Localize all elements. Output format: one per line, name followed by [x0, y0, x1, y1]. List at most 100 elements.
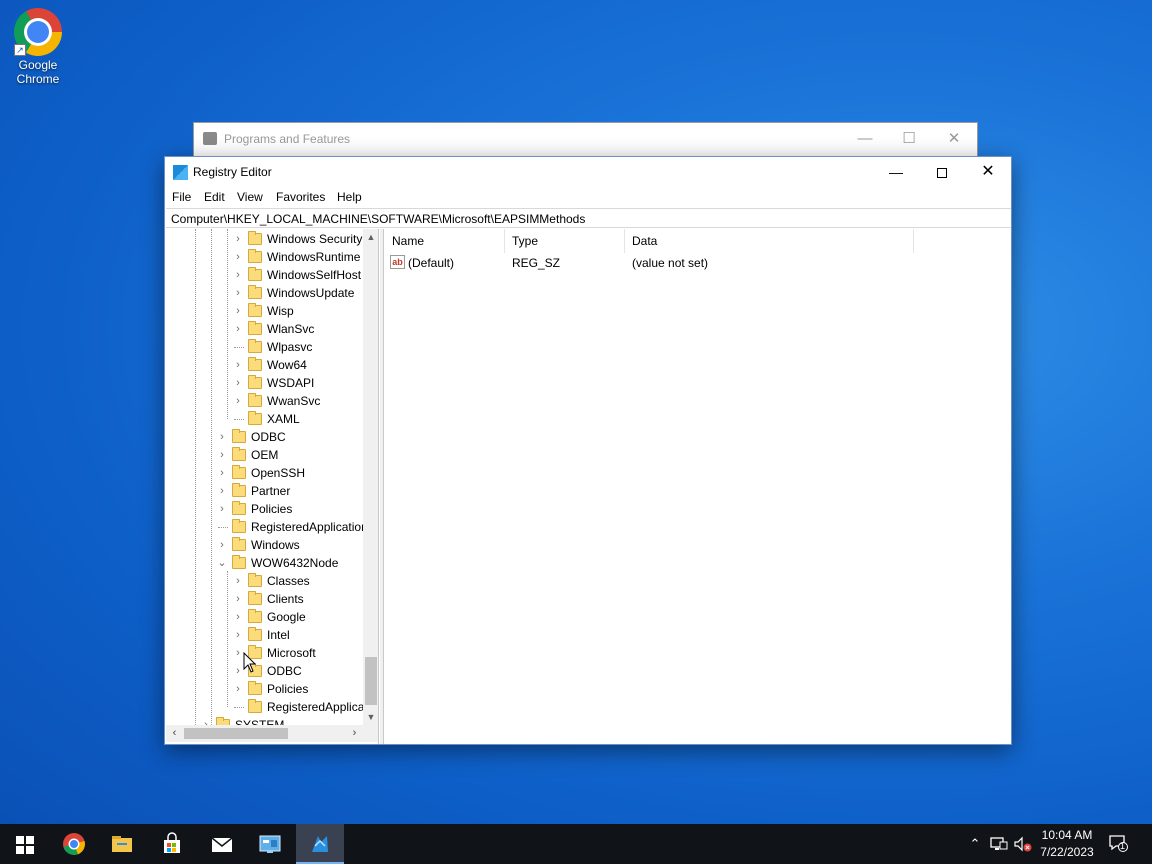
scroll-down-arrow-icon[interactable]: ▼ — [363, 709, 378, 725]
expand-chevron-icon[interactable]: › — [233, 320, 243, 338]
tree-node[interactable]: › Clients — [166, 590, 363, 608]
expand-chevron-icon[interactable]: › — [233, 302, 243, 320]
tree-node[interactable]: RegisteredApplications — [166, 698, 363, 716]
menu-favorites[interactable]: Favorites — [276, 190, 325, 204]
tree-node[interactable]: › Classes — [166, 572, 363, 590]
tree-node[interactable]: › WlanSvc — [166, 320, 363, 338]
expand-chevron-icon[interactable]: › — [233, 644, 243, 662]
title-bar[interactable]: Registry Editor — ✕ — [165, 157, 1011, 187]
tree-node[interactable]: Wlpasvc — [166, 338, 363, 356]
tree-node[interactable]: › WindowsSelfHost — [166, 266, 363, 284]
action-center-button[interactable]: 1 — [1108, 834, 1128, 852]
expand-chevron-icon[interactable]: › — [217, 464, 227, 482]
value-name: (Default) — [408, 256, 455, 270]
tree-node-label: RegisteredApplications — [251, 520, 363, 534]
expand-chevron-icon[interactable]: › — [217, 536, 227, 554]
expand-chevron-icon[interactable]: › — [233, 662, 243, 680]
network-icon[interactable] — [990, 836, 1008, 852]
expand-chevron-icon[interactable]: › — [233, 248, 243, 266]
tree-vertical-scrollbar[interactable]: ▲ ▼ — [363, 229, 378, 725]
maximize-button[interactable] — [919, 157, 965, 187]
tree-node-label: ODBC — [267, 664, 302, 678]
tree-node[interactable]: › Policies — [166, 680, 363, 698]
tree-node[interactable]: › Microsoft — [166, 644, 363, 662]
taskbar-file-explorer[interactable] — [98, 824, 146, 864]
scroll-up-arrow-icon[interactable]: ▲ — [363, 229, 378, 245]
tree-node[interactable]: › Windows — [166, 536, 363, 554]
expand-chevron-icon[interactable]: › — [233, 266, 243, 284]
address-bar[interactable]: Computer\HKEY_LOCAL_MACHINE\SOFTWARE\Mic… — [166, 208, 1011, 228]
menu-file[interactable]: File — [172, 190, 191, 204]
taskbar-control-panel[interactable] — [246, 824, 294, 864]
expand-chevron-icon[interactable]: › — [233, 284, 243, 302]
tree-node[interactable]: XAML — [166, 410, 363, 428]
expand-chevron-icon[interactable]: › — [233, 626, 243, 644]
expand-chevron-icon[interactable]: › — [233, 608, 243, 626]
expand-chevron-icon[interactable]: › — [233, 230, 243, 248]
menu-edit[interactable]: Edit — [204, 190, 225, 204]
taskbar-registry-editor[interactable] — [296, 824, 344, 864]
expand-chevron-icon[interactable]: › — [217, 446, 227, 464]
key-tree-pane[interactable]: › Windows Security › WindowsRuntime › Windows… — [166, 229, 379, 744]
tree-node[interactable]: › Partner — [166, 482, 363, 500]
expand-chevron-icon[interactable]: › — [233, 356, 243, 374]
expand-chevron-icon[interactable]: › — [233, 572, 243, 590]
scroll-right-arrow-icon[interactable]: › — [346, 725, 363, 742]
close-button[interactable]: ✕ — [939, 128, 969, 150]
expand-chevron-icon[interactable]: › — [233, 680, 243, 698]
clock[interactable]: 10:04 AM 7/22/2023 — [1032, 827, 1102, 861]
tree-node[interactable]: › Policies — [166, 500, 363, 518]
expand-chevron-icon[interactable]: › — [233, 374, 243, 392]
maximize-button[interactable]: ☐ — [894, 128, 924, 150]
menu-help[interactable]: Help — [337, 190, 362, 204]
collapse-chevron-icon[interactable]: ⌄ — [217, 554, 227, 572]
column-header-name[interactable]: Name — [385, 229, 505, 253]
column-header-data[interactable]: Data — [625, 229, 914, 253]
chevron-up-icon[interactable]: ⌃ — [966, 824, 984, 864]
tree-node[interactable]: › WindowsRuntime — [166, 248, 363, 266]
taskbar-mail[interactable] — [198, 824, 246, 864]
taskbar-chrome[interactable] — [50, 824, 98, 864]
expand-chevron-icon[interactable]: › — [201, 716, 211, 725]
scrollbar-thumb[interactable] — [365, 657, 377, 705]
tree-node-label: RegisteredApplications — [267, 700, 363, 714]
expand-chevron-icon[interactable]: › — [233, 590, 243, 608]
tree-node[interactable]: › Wisp — [166, 302, 363, 320]
file-explorer-icon — [112, 836, 132, 852]
registry-editor-window[interactable]: Registry Editor — ✕ File Edit View Favor… — [164, 156, 1012, 745]
menu-view[interactable]: View — [237, 190, 263, 204]
expand-chevron-icon[interactable]: › — [217, 500, 227, 518]
tree-node[interactable]: › Google — [166, 608, 363, 626]
tree-node[interactable]: ⌄ WOW6432Node — [166, 554, 363, 572]
folder-icon — [248, 267, 262, 281]
scrollbar-thumb[interactable] — [184, 728, 288, 739]
tree-node[interactable]: › ODBC — [166, 662, 363, 680]
tree-node[interactable]: › WwanSvc — [166, 392, 363, 410]
tree-node[interactable]: › SYSTEM — [166, 716, 363, 725]
close-button[interactable]: ✕ — [965, 157, 1011, 187]
volume-muted-icon[interactable] — [1014, 836, 1032, 852]
tree-node[interactable]: › Windows Security — [166, 230, 363, 248]
column-header-type[interactable]: Type — [505, 229, 625, 253]
tree-node[interactable]: › ODBC — [166, 428, 363, 446]
tree-node[interactable]: › WSDAPI — [166, 374, 363, 392]
tree-node[interactable]: › OpenSSH — [166, 464, 363, 482]
tree-node[interactable]: › Intel — [166, 626, 363, 644]
minimize-button[interactable]: — — [873, 157, 919, 187]
start-button[interactable] — [0, 824, 48, 864]
taskbar-store[interactable] — [148, 824, 196, 864]
tree-horizontal-scrollbar[interactable]: ‹ › — [166, 725, 378, 742]
tree-node[interactable]: RegisteredApplications — [166, 518, 363, 536]
folder-icon — [248, 339, 262, 353]
scroll-left-arrow-icon[interactable]: ‹ — [166, 725, 183, 742]
tree-node[interactable]: › OEM — [166, 446, 363, 464]
tree-node[interactable]: › WindowsUpdate — [166, 284, 363, 302]
expand-chevron-icon[interactable]: › — [233, 392, 243, 410]
pane-splitter[interactable] — [380, 229, 384, 744]
tree-node[interactable]: › Wow64 — [166, 356, 363, 374]
values-list[interactable]: Name Type Data ab (Default) REG_SZ (valu… — [385, 229, 1011, 744]
expand-chevron-icon[interactable]: › — [217, 482, 227, 500]
desktop-icon-google-chrome[interactable]: ↗ Google Chrome — [6, 4, 70, 86]
minimize-button[interactable]: — — [850, 128, 880, 150]
expand-chevron-icon[interactable]: › — [217, 428, 227, 446]
